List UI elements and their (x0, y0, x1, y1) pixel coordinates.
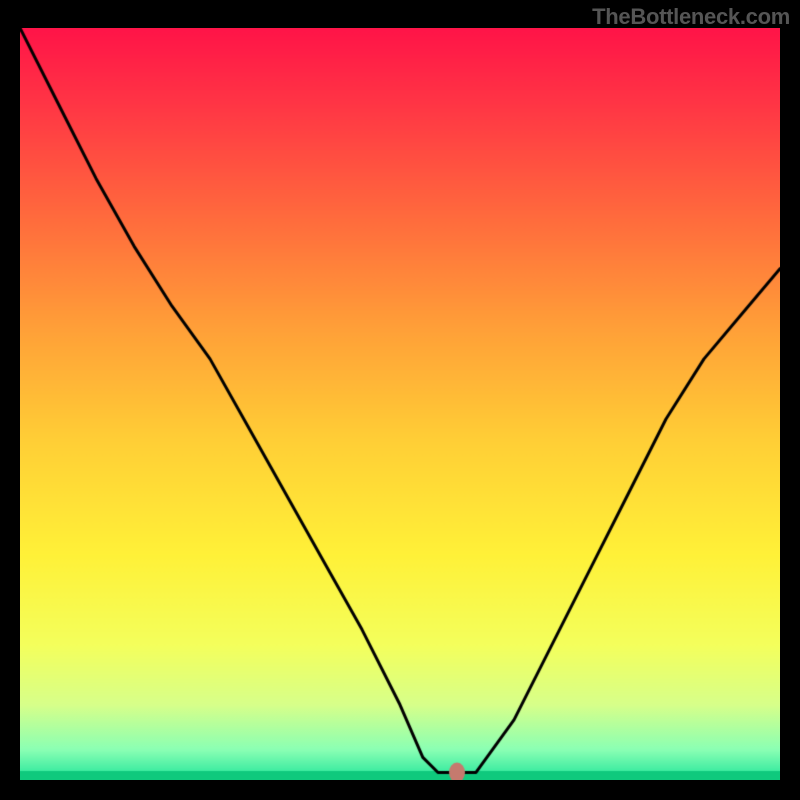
watermark-label: TheBottleneck.com (592, 4, 790, 30)
bottleneck-chart-canvas (20, 28, 780, 780)
plot-area (20, 28, 780, 780)
chart-frame: TheBottleneck.com (0, 0, 800, 800)
